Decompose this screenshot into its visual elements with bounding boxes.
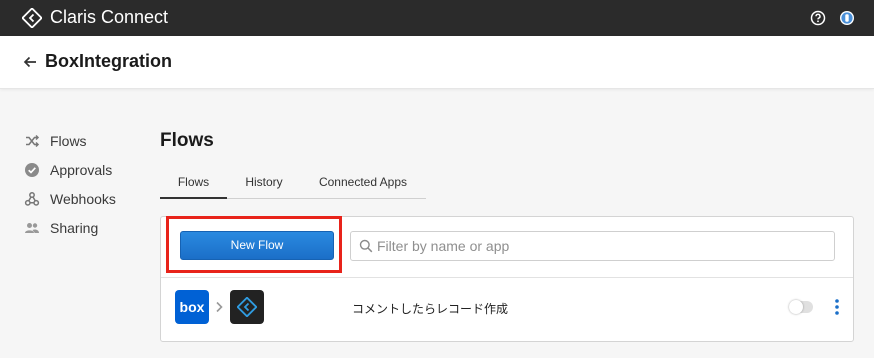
tab-connected-apps[interactable]: Connected Apps <box>306 168 420 198</box>
section-title: Flows <box>160 130 214 151</box>
tab-bar: Flows History Connected Apps <box>160 168 426 199</box>
more-options-icon[interactable] <box>831 298 843 316</box>
user-icon[interactable] <box>839 10 855 26</box>
arrow-left-icon[interactable] <box>22 54 38 70</box>
flow-name: コメントしたらレコード作成 <box>352 302 509 316</box>
tab-history[interactable]: History <box>231 168 297 198</box>
claris-connect-app-icon <box>230 290 264 324</box>
sidebar-item-label: Webhooks <box>50 190 116 207</box>
sidebar-item-label: Sharing <box>50 219 99 236</box>
app-brand[interactable]: Claris Connect <box>22 7 168 28</box>
flow-row[interactable]: box コメントしたらレコード作成 <box>161 278 853 340</box>
people-icon <box>25 222 39 233</box>
sidebar-item-approvals[interactable]: Approvals <box>24 155 144 184</box>
shuffle-icon <box>26 134 40 147</box>
new-flow-button[interactable]: New Flow <box>180 231 334 260</box>
claris-logo-icon <box>237 297 257 317</box>
search-input[interactable] <box>377 236 817 256</box>
app-name: Claris Connect <box>50 7 169 27</box>
top-bar: Claris Connect <box>0 0 874 36</box>
toggle-knob <box>789 300 803 314</box>
sidebar-item-label: Approvals <box>50 161 113 178</box>
webhook-icon <box>24 191 40 206</box>
tab-flows[interactable]: Flows <box>160 168 227 199</box>
page-header: BoxIntegration <box>0 36 874 89</box>
page-title: BoxIntegration <box>45 51 173 71</box>
sidebar-item-flows[interactable]: Flows <box>24 126 144 155</box>
search-icon <box>359 239 373 253</box>
box-app-icon: box <box>175 290 209 324</box>
flows-panel: New Flow box コメントしたらレコード作成 <box>160 216 854 342</box>
chevron-right-icon <box>216 301 223 313</box>
check-circle-icon <box>25 162 39 177</box>
sidebar-item-sharing[interactable]: Sharing <box>24 213 144 242</box>
sidebar-item-label: Flows <box>50 132 87 149</box>
flows-toolbar: New Flow <box>161 216 853 278</box>
sidebar-item-webhooks[interactable]: Webhooks <box>24 184 144 213</box>
flow-enable-toggle[interactable] <box>789 300 813 314</box>
sidebar: Flows Approvals Webhooks Sharing <box>24 126 144 242</box>
help-icon[interactable] <box>810 10 826 26</box>
search-box <box>350 231 835 261</box>
claris-logo-icon <box>22 7 42 28</box>
